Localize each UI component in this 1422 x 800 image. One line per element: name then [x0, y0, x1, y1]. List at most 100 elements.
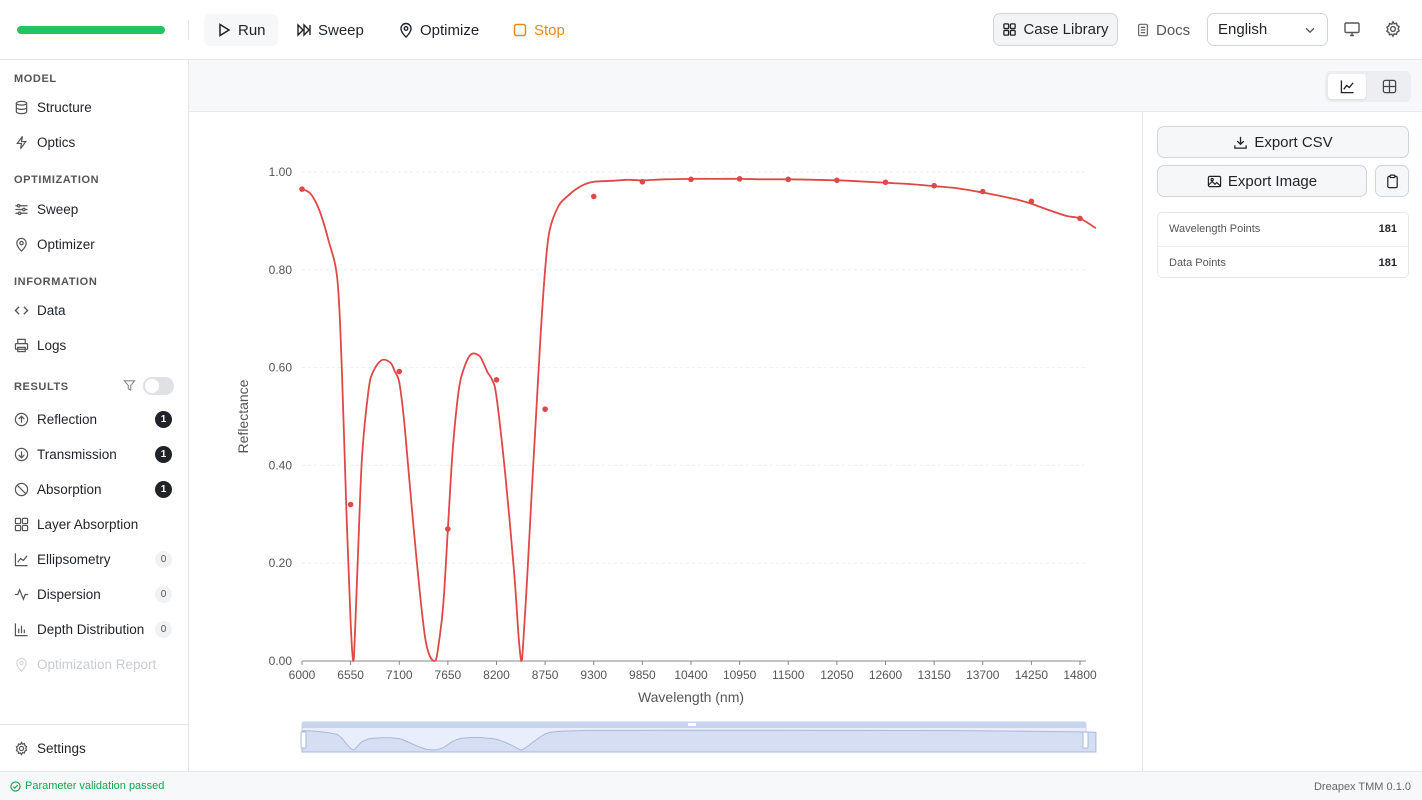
chart-area: 0.00 0.20 0.40 0.60 0.80 1.00 6000 6550 7100 7650… — [189, 112, 1142, 771]
x-tick-label: 13700 — [966, 668, 1000, 682]
sidebar-item-settings[interactable]: Settings — [14, 734, 176, 762]
sidebar-item-dispersion[interactable]: Dispersion 0 — [14, 580, 176, 608]
stat-label: Data Points — [1169, 256, 1226, 269]
image-icon — [1207, 175, 1222, 187]
arrow-up-circle-icon — [14, 412, 29, 426]
data-point — [639, 178, 646, 185]
x-tick-label: 6000 — [289, 668, 316, 682]
sidebar-item-label: Layer Absorption — [37, 516, 139, 532]
stop-icon — [513, 23, 527, 37]
count-badge: 0 — [155, 551, 172, 568]
export-image-button[interactable]: Export Image — [1157, 165, 1367, 197]
table-icon — [1382, 79, 1396, 94]
sidebar-item-label: Settings — [37, 740, 86, 756]
case-library-button[interactable]: Case Library — [993, 13, 1118, 46]
monitor-icon[interactable] — [1343, 20, 1361, 38]
sidebar-item-logs[interactable]: Logs — [14, 331, 176, 359]
run-button[interactable]: Run — [204, 14, 278, 46]
zoom-handle-right — [1082, 731, 1089, 749]
sidebar-item-transmission[interactable]: Transmission 1 — [14, 440, 176, 468]
x-tick-label: 7100 — [386, 668, 413, 682]
sidebar-divider — [0, 724, 188, 725]
x-axis-label: Wavelength (nm) — [638, 689, 744, 705]
sidebar-item-reflection[interactable]: Reflection 1 — [14, 405, 176, 433]
sidebar-item-absorption[interactable]: Absorption 1 — [14, 475, 176, 503]
table-view-button[interactable] — [1370, 74, 1408, 99]
count-badge: 1 — [155, 481, 172, 498]
x-tick-label: 8750 — [532, 668, 559, 682]
check-circle-icon — [10, 780, 21, 792]
sidebar-item-data[interactable]: Data — [14, 296, 176, 324]
database-icon — [15, 100, 28, 114]
sidebar-item-structure[interactable]: Structure — [14, 93, 176, 121]
printer-icon — [14, 338, 29, 352]
progress-bar — [17, 26, 165, 34]
export-panel: Export CSV Export Image Wavelength Point… — [1142, 112, 1422, 771]
y-tick-label: 0.00 — [269, 654, 293, 668]
x-tick-label: 12050 — [820, 668, 854, 682]
map-pin-icon — [16, 657, 27, 672]
run-label: Run — [238, 21, 266, 39]
sidebar-item-optics[interactable]: Optics — [14, 128, 176, 156]
stat-value: 181 — [1378, 256, 1397, 269]
filter-icon[interactable] — [123, 379, 136, 392]
copy-button[interactable] — [1375, 165, 1409, 197]
stat-row: Wavelength Points 181 — [1158, 213, 1408, 245]
sidebar-item-label: Transmission — [37, 446, 117, 462]
section-model: MODEL — [14, 73, 57, 85]
status-bar: Parameter validation passed Dreapex TMM … — [0, 771, 1422, 800]
sidebar-item-optimization-report[interactable]: Optimization Report — [14, 650, 176, 678]
y-tick-label: 0.80 — [269, 263, 293, 277]
docs-link[interactable]: Docs — [1136, 14, 1190, 46]
section-results: RESULTS — [14, 381, 69, 393]
data-point — [785, 176, 792, 183]
sidebar-item-sweep[interactable]: Sweep — [14, 195, 176, 223]
sidebar-item-layer-absorption[interactable]: Layer Absorption — [14, 510, 176, 538]
results-filter-toggle[interactable] — [143, 377, 174, 395]
sweep-label: Sweep — [318, 21, 364, 39]
sweep-icon — [297, 23, 311, 37]
stop-button[interactable]: Stop — [500, 14, 577, 46]
sidebar-item-label: Data — [37, 302, 66, 318]
line-chart-icon — [14, 552, 28, 566]
stop-label: Stop — [534, 21, 565, 39]
toolbar-divider — [188, 20, 189, 40]
data-point — [931, 182, 937, 189]
gear-icon — [15, 740, 28, 756]
language-select[interactable]: English — [1207, 13, 1328, 46]
x-tick-label: 7650 — [435, 668, 462, 682]
document-icon — [1138, 23, 1148, 37]
y-tick-label: 0.60 — [269, 361, 293, 375]
stat-label: Wavelength Points — [1169, 223, 1261, 235]
chevron-down-icon — [1305, 27, 1315, 33]
data-point — [882, 179, 889, 186]
map-pin-icon — [16, 237, 27, 252]
sidebar: MODEL Structure Optics OPTIMIZATION Swee… — [0, 60, 189, 771]
sweep-button[interactable]: Sweep — [284, 14, 376, 46]
sidebar-item-label: Depth Distribution — [37, 621, 145, 637]
sidebar-item-label: Absorption — [37, 481, 102, 497]
section-optimization: OPTIMIZATION — [14, 174, 100, 186]
line-chart-icon — [1340, 80, 1354, 94]
export-csv-button[interactable]: Export CSV — [1157, 126, 1409, 158]
sidebar-item-optimizer[interactable]: Optimizer — [14, 230, 176, 258]
arrow-down-circle-icon — [14, 447, 29, 461]
optimize-button[interactable]: Optimize — [386, 14, 491, 46]
chart-view-button[interactable] — [1328, 74, 1366, 99]
stats-table: Wavelength Points 181 Data Points 181 — [1157, 212, 1409, 278]
view-toggle — [1325, 71, 1411, 102]
sidebar-item-depth-distribution[interactable]: Depth Distribution 0 — [14, 615, 176, 643]
validation-status: Parameter validation passed — [10, 780, 164, 792]
gear-icon[interactable] — [1384, 20, 1402, 38]
x-tick-label: 10400 — [674, 668, 708, 682]
y-tick-label: 1.00 — [269, 165, 293, 179]
count-badge: 0 — [155, 586, 172, 603]
activity-icon — [14, 587, 29, 601]
stat-row: Data Points 181 — [1158, 246, 1408, 278]
data-point — [590, 193, 597, 200]
sidebar-item-ellipsometry[interactable]: Ellipsometry 0 — [14, 545, 176, 573]
reflectance-chart[interactable]: 0.00 0.20 0.40 0.60 0.80 1.00 6000 6550 7100 7650… — [189, 112, 1142, 771]
data-point — [445, 526, 451, 532]
map-pin-icon — [400, 22, 412, 38]
x-tick-label: 12600 — [869, 668, 903, 682]
